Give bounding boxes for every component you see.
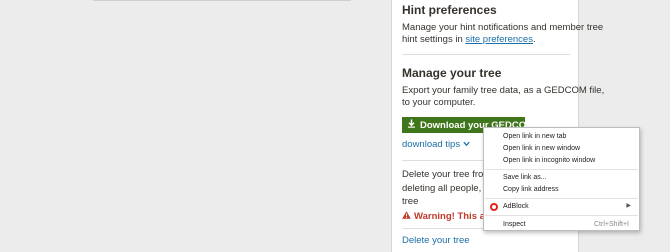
menu-adblock[interactable]: AdBlock ▶ (484, 201, 639, 212)
opera-icon (490, 203, 498, 211)
menu-save-link-as[interactable]: Save link as... (484, 172, 639, 183)
menu-inspect[interactable]: Inspect Ctrl+Shift+I (484, 219, 639, 230)
delete-description-line3: tree (402, 196, 419, 207)
manage-tree-title: Manage your tree (402, 66, 502, 80)
download-icon (407, 119, 416, 131)
site-preferences-link[interactable]: site preferences (465, 34, 533, 45)
menu-adblock-label: AdBlock (503, 203, 529, 210)
download-tips-label: download tips (402, 139, 461, 150)
hint-preferences-suffix: . (532, 34, 536, 45)
menu-copy-link-address[interactable]: Copy link address (484, 184, 639, 195)
submenu-arrow-icon: ▶ (626, 203, 631, 209)
warning-icon (402, 211, 411, 222)
delete-tree-link[interactable]: Delete your tree (402, 234, 470, 248)
manage-tree-line2: to your computer. (402, 97, 476, 108)
inspect-shortcut: Ctrl+Shift+I (593, 221, 629, 228)
hint-preferences-prefix: hint settings in (402, 34, 466, 45)
top-divider (93, 0, 351, 1)
section-divider (402, 54, 570, 55)
menu-separator (485, 198, 638, 199)
menu-inspect-label: Inspect (503, 221, 526, 228)
context-menu: Open link in new tab Open link in new wi… (483, 127, 640, 231)
download-tips-link[interactable]: download tips (402, 138, 470, 152)
menu-separator (485, 169, 638, 170)
menu-open-incognito[interactable]: Open link in incognito window (484, 155, 639, 166)
menu-open-new-window[interactable]: Open link in new window (484, 143, 639, 154)
menu-separator (485, 215, 638, 216)
menu-open-new-tab[interactable]: Open link in new tab (484, 131, 639, 142)
chevron-down-icon (463, 139, 470, 150)
hint-preferences-title: Hint preferences (402, 3, 497, 17)
hint-preferences-line2: hint settings in site preferences. (402, 33, 536, 47)
